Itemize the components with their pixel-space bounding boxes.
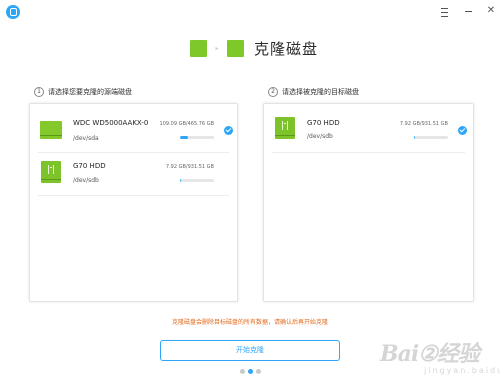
disk-size: 7.92 GB/931.51 GB xyxy=(165,164,214,170)
usage-fill xyxy=(180,136,188,139)
disk-path: /dev/sdb xyxy=(307,133,333,140)
disk-size: 109.09 GB/465.76 GB xyxy=(159,121,214,127)
step-number-badge: 1 xyxy=(34,87,44,97)
source-disk-icon xyxy=(190,39,207,57)
source-step-label: 1 请选择您要克隆的源端磁盘 xyxy=(34,87,132,97)
disk-usage-bar xyxy=(414,136,448,139)
minimize-icon[interactable] xyxy=(460,3,476,19)
disk-size: 7.92 GB/931.51 GB xyxy=(399,121,448,127)
page-title: 克隆磁盘 xyxy=(254,39,319,58)
watermark-url: jingyan.baidu.com xyxy=(424,366,500,375)
selected-check-icon xyxy=(458,126,467,135)
page-dot-active[interactable] xyxy=(248,369,253,374)
start-clone-button[interactable]: 开始克隆 xyxy=(160,340,340,361)
target-step-label: 2 请选择被克隆的目标磁盘 xyxy=(268,87,359,97)
row-divider xyxy=(38,152,229,153)
row-divider xyxy=(272,152,465,153)
close-icon[interactable]: ✕ xyxy=(483,3,499,19)
hamburger-menu-icon[interactable] xyxy=(436,3,452,19)
disk-usage-bar xyxy=(180,136,214,139)
watermark-logo-text: Bai②经验 xyxy=(380,341,480,367)
source-disk-item[interactable]: G70 HDD /dev/sdb 7.92 GB/931.51 GB xyxy=(30,156,237,198)
disk-path: /dev/sda xyxy=(73,135,99,142)
target-disk-list: G70 HDD /dev/sdb 7.92 GB/931.51 GB xyxy=(263,103,474,302)
page-header: ▸ 克隆磁盘 xyxy=(190,38,318,58)
source-disk-item[interactable]: WDC WD5000AAKX-0 /dev/sda 109.09 GB/465.… xyxy=(30,109,237,151)
source-disk-list: WDC WD5000AAKX-0 /dev/sda 109.09 GB/465.… xyxy=(29,103,238,302)
source-step-text: 请选择您要克隆的源端磁盘 xyxy=(48,88,132,96)
disk-path: /dev/sdb xyxy=(73,177,99,184)
arrow-right-icon: ▸ xyxy=(215,44,219,52)
target-step-text: 请选择被克隆的目标磁盘 xyxy=(282,88,359,96)
baidu-jingyan-watermark: Bai②经验 jingyan.baidu.com xyxy=(380,336,500,380)
disk-name: G70 HDD xyxy=(73,162,106,170)
page-dot[interactable] xyxy=(256,369,261,374)
usb-disk-icon xyxy=(41,161,61,183)
disk-name: G70 HDD xyxy=(307,119,340,127)
selected-check-icon xyxy=(224,126,233,135)
app-logo-icon xyxy=(6,5,20,19)
row-divider xyxy=(38,195,229,196)
target-disk-icon xyxy=(227,39,244,57)
hard-disk-icon xyxy=(40,121,62,139)
disk-usage-bar xyxy=(180,179,214,182)
page-dot[interactable] xyxy=(240,369,245,374)
step-number-badge: 2 xyxy=(268,87,278,97)
usb-disk-icon xyxy=(275,117,295,139)
warning-message: 克隆磁盘会删除目标磁盘的所有数据，请确认后再开始克隆 xyxy=(171,319,328,326)
target-disk-item[interactable]: G70 HDD /dev/sdb 7.92 GB/931.51 GB xyxy=(264,109,473,151)
